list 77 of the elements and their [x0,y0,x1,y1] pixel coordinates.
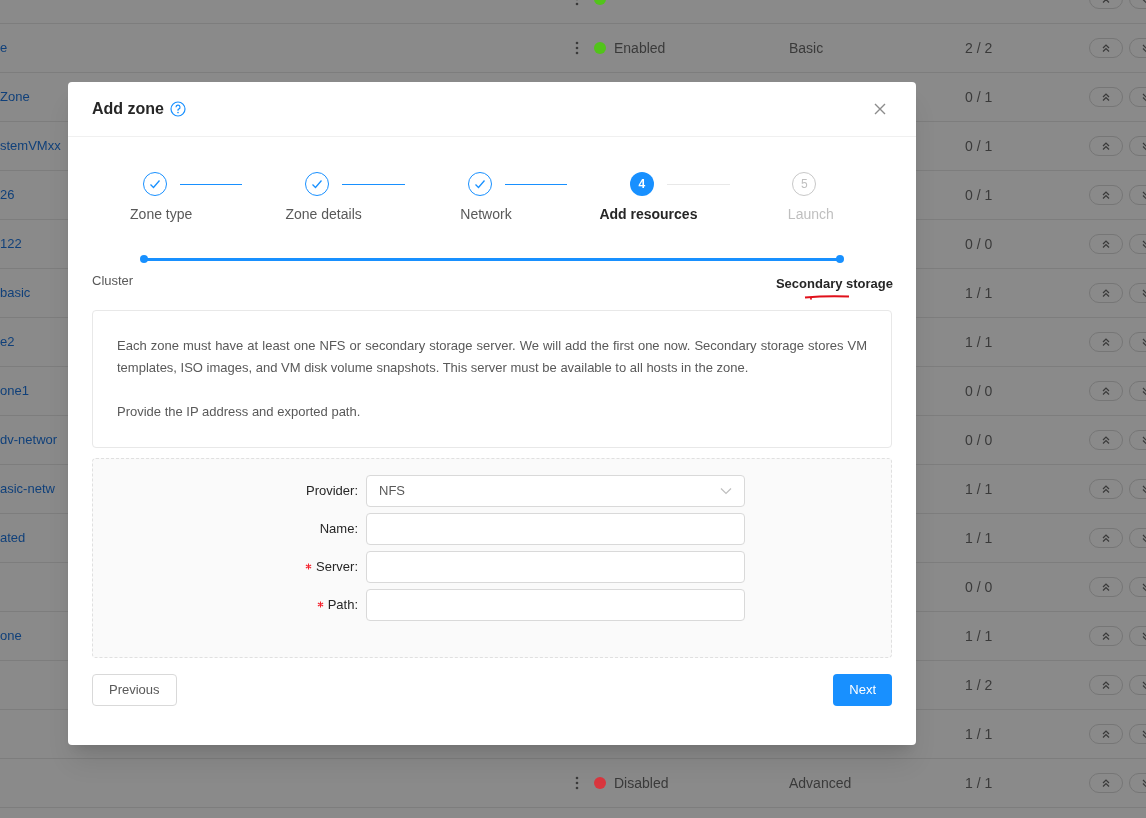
step-label: Add resources [599,205,698,224]
field-label: Path: [327,595,358,614]
field-label: Name: [319,519,358,538]
double-chevron-up-icon [1101,778,1111,788]
double-chevron-up-icon [1101,288,1111,298]
zone-name-link[interactable]: 26 [0,185,15,205]
status-text: Enabled [614,38,666,58]
count-text: 0 / 0 [965,382,993,399]
count-text: 1 / 1 [965,333,993,350]
count-text: 0 / 1 [965,88,993,105]
double-chevron-up-icon [1101,435,1111,445]
step-label: Zone details [285,205,362,224]
count-text: 1 / 1 [965,284,993,301]
provider-select[interactable]: NFS [366,474,745,507]
count-text: 1 / 1 [965,627,993,644]
zone-name-link[interactable]: basic [0,283,31,303]
double-chevron-up-icon [1101,92,1111,102]
double-chevron-up-icon [1101,533,1111,543]
double-chevron-up-icon [1101,582,1111,592]
substep-label: Cluster [92,272,134,290]
count-text: 0 / 0 [965,431,993,448]
double-chevron-up-icon [1101,239,1111,249]
more-menu-icon[interactable] [575,41,579,55]
double-chevron-up-icon [1101,337,1111,347]
zone-name-link[interactable]: asic-netw [0,479,55,499]
check-icon [472,177,487,191]
text-input-field[interactable] [366,550,745,583]
description-text: Each zone must have at least one NFS or secondary storage server. We will add the first one now. Secondary storage stores VM templates, ISO images, and VM disk volume snapshots. This server must be available to all hosts in the zone. [117,336,867,377]
count-text: 1 / 2 [965,676,993,693]
zone-name-link[interactable]: stemVMxx [0,136,61,156]
double-chevron-up-icon [1101,631,1111,641]
text-input-field[interactable] [366,512,745,545]
step-label: Network [460,205,512,224]
count-text: 0 / 1 [965,137,993,154]
field-label: Provider: [305,481,358,500]
double-chevron-up-icon [1101,141,1111,151]
step-number: 4 [629,172,654,196]
count-text: 1 / 1 [965,480,993,497]
double-chevron-up-icon [1101,680,1111,690]
more-menu-icon[interactable] [575,776,579,790]
zone-name-link[interactable]: e [0,38,8,58]
count-text: 1 / 1 [965,529,993,546]
text-input-field[interactable] [366,588,745,621]
zone-name-link[interactable]: e2 [0,332,15,352]
chevron-down-icon [720,486,732,495]
double-chevron-up-icon [1101,190,1111,200]
double-chevron-up-icon [1101,484,1111,494]
zone-name-link[interactable]: one [0,626,22,646]
zone-type-text: Basic [789,39,824,56]
count-text: 2 / 2 [965,39,993,56]
double-chevron-up-icon [1101,43,1111,53]
zone-name-link[interactable]: one1 [0,381,29,401]
next-button[interactable]: Next [833,673,892,706]
description-text: Provide the IP address and exported path. [117,402,362,421]
double-chevron-up-icon [1101,729,1111,739]
previous-button[interactable]: Previous [92,673,177,706]
zone-name-link[interactable]: dv-networ [0,430,58,450]
count-text: 1 / 1 [965,725,993,742]
status-text: Disabled [614,773,669,793]
close-icon [873,102,887,116]
count-text: 0 / 0 [965,578,993,595]
help-icon[interactable] [170,101,186,117]
substep-label: Secondary storage [775,275,893,293]
field-label: Server: [316,557,358,576]
zone-name-link[interactable]: 122 [0,234,22,254]
dialog-title: Add zone [92,99,164,119]
zone-type-text: Advanced [789,774,852,791]
double-chevron-up-icon [1101,386,1111,396]
count-text: 1 / 1 [965,774,993,791]
count-text: 0 / 0 [965,235,993,252]
count-text: 0 / 1 [965,186,993,203]
step-label: Zone type [130,205,193,224]
step-label: Launch [787,205,834,224]
zone-name-link[interactable]: ated [0,528,26,548]
check-icon [147,177,162,191]
zone-name-link[interactable]: Zone [0,87,30,107]
check-icon [310,177,325,191]
